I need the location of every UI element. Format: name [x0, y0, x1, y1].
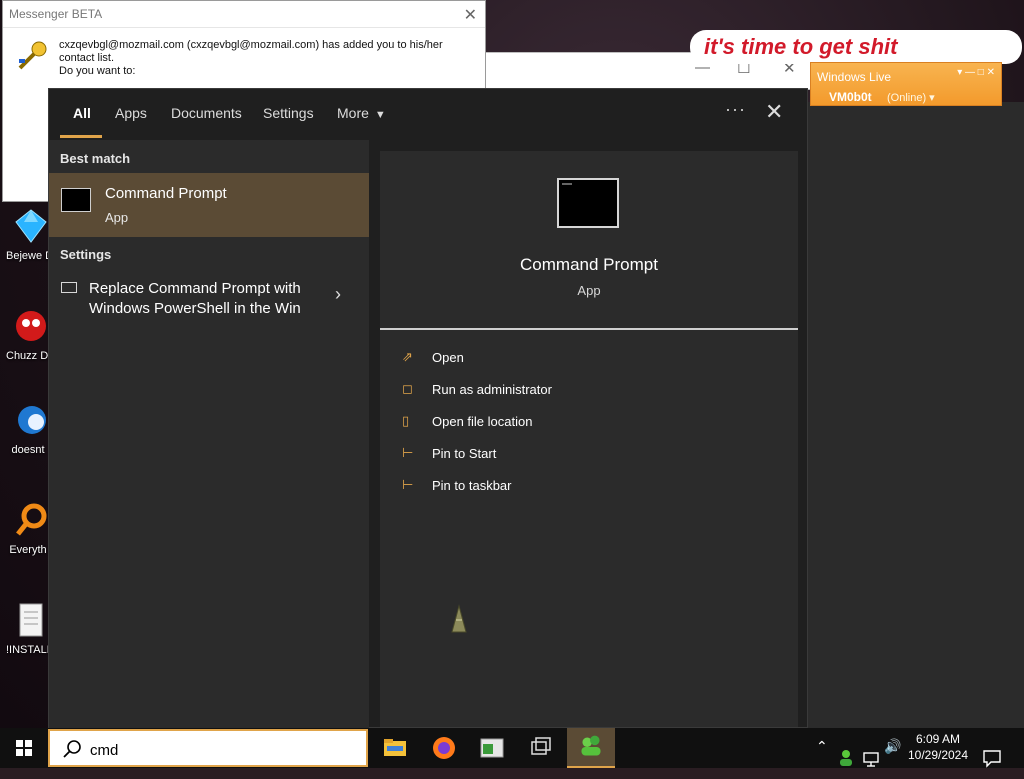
busy-cursor-icon [451, 604, 467, 633]
best-match-label: Best match [60, 151, 131, 166]
live-banner: it's time to get shit [690, 30, 1022, 64]
desktop-icon-label: doesnt [11, 444, 45, 456]
action-label: Pin to Start [432, 446, 497, 461]
desktop-dark-area [808, 102, 1024, 728]
taskbar-setting-icon [61, 282, 77, 293]
clock-date: 10/29/2024 [907, 748, 969, 762]
divider [380, 328, 798, 330]
chevron-right-icon[interactable]: › [335, 284, 341, 305]
more-options-icon[interactable]: ··· [725, 99, 746, 120]
close-icon[interactable]: ✕ [464, 5, 477, 25]
search-input[interactable] [88, 737, 352, 763]
tab-more[interactable]: More ▼ [337, 105, 386, 121]
magnifier-icon [16, 503, 47, 536]
network-icon[interactable] [862, 739, 880, 779]
file-location-icon: ▯ [402, 413, 410, 428]
pin-icon: ⊢ [402, 477, 414, 492]
gem-icon [15, 209, 47, 243]
file-explorer-icon[interactable] [371, 728, 419, 768]
tab-apps[interactable]: Apps [115, 105, 147, 121]
tab-settings[interactable]: Settings [263, 105, 314, 121]
firefox-icon[interactable] [420, 728, 468, 768]
tab-documents[interactable]: Documents [171, 105, 242, 121]
action-pin-to-start[interactable]: ⊢ Pin to Start [402, 443, 702, 467]
caret-down-icon: ▼ [374, 109, 386, 121]
messenger-title: Messenger BETA [3, 1, 485, 28]
action-open[interactable]: ⇗ Open [402, 347, 702, 371]
best-match-result[interactable]: Command Prompt App [49, 173, 369, 237]
open-icon: ⇗ [402, 349, 413, 364]
volume-icon[interactable]: 🔊 [884, 738, 901, 778]
command-prompt-icon [61, 188, 91, 212]
best-match-subtitle: App [105, 210, 129, 225]
tab-more-label: More [337, 105, 369, 121]
action-run-as-admin[interactable]: ◻ Run as administrator [402, 379, 702, 403]
action-open-file-location[interactable]: ▯ Open file location [402, 411, 702, 435]
preview-title: Command Prompt [520, 255, 658, 274]
key-icon [18, 41, 47, 70]
clock-time: 6:09 AM [915, 732, 961, 746]
text-file-icon [19, 603, 43, 637]
windows-live-title: Windows Live [817, 70, 892, 84]
search-tabs: All Apps Documents Settings More ▼ ··· ✕ [49, 89, 807, 140]
desktop-icon-label: Bejewe Delux [6, 250, 50, 262]
action-label: Open [432, 350, 464, 365]
task-view-icon[interactable] [517, 728, 565, 768]
result-preview: Command Prompt App ⇗ Open ◻ Run as admin… [380, 151, 798, 727]
messenger-icon[interactable] [567, 728, 615, 768]
notifications-icon[interactable] [982, 738, 1002, 778]
action-label: Run as administrator [432, 382, 552, 397]
windows-live-user[interactable]: VM0b0t [829, 90, 872, 104]
start-button-icon[interactable] [0, 728, 48, 768]
settings-label: Settings [60, 247, 112, 262]
setting-result[interactable]: Replace Command Prompt with Windows Powe… [49, 270, 369, 326]
desktop-icon-label: !INSTALL [6, 644, 50, 656]
window-app-icon[interactable] [468, 728, 516, 768]
action-label: Pin to taskbar [432, 478, 512, 493]
desktop-icon-label: Everyth [9, 544, 47, 556]
system-clock[interactable]: 6:09 AM 10/29/2024 [902, 731, 974, 763]
close-icon[interactable]: ✕ [765, 99, 783, 125]
chevron-up-icon[interactable]: ⌃ [816, 738, 828, 778]
search-icon [63, 740, 81, 758]
shield-icon: ◻ [402, 381, 413, 396]
command-prompt-icon [557, 178, 619, 228]
taskbar: ⌃ 🔊 6:09 AM 10/29/2024 [0, 728, 1024, 768]
preview-subtitle: App [577, 283, 601, 298]
messenger-message: cxzqevbgl@mozmail.com (cxzqevbgl@mozmail… [59, 39, 475, 78]
taskbar-search-box[interactable] [48, 729, 368, 767]
messenger-line-1: cxzqevbgl@mozmail.com (cxzqevbgl@mozmail… [59, 39, 443, 64]
windows-live-bar[interactable]: Windows Live ▾ — □ ✕ VM0b0t (Online) ▾ [810, 62, 1002, 106]
action-label: Open file location [432, 414, 533, 429]
active-tab-indicator [60, 135, 102, 138]
pin-icon: ⊢ [402, 445, 414, 460]
results-list: Best match Command Prompt App Settings R… [49, 140, 369, 728]
tab-all[interactable]: All [73, 105, 91, 121]
setting-result-text: Replace Command Prompt with Windows Powe… [89, 280, 301, 317]
best-match-title: Command Prompt [105, 185, 227, 202]
messenger-tray-icon[interactable] [836, 738, 856, 778]
windows-live-status[interactable]: (Online) ▾ [887, 91, 935, 104]
messenger-line-2: Do you want to: [59, 65, 136, 77]
chuzzle-icon [16, 311, 46, 341]
blue-bird-icon [18, 406, 46, 434]
desktop-icon-label: Chuzz Delux [6, 350, 50, 362]
action-pin-to-taskbar[interactable]: ⊢ Pin to taskbar [402, 475, 702, 499]
window-controls-icon[interactable]: ▾ — □ ✕ [957, 67, 995, 78]
search-panel: All Apps Documents Settings More ▼ ··· ✕ … [48, 88, 808, 728]
